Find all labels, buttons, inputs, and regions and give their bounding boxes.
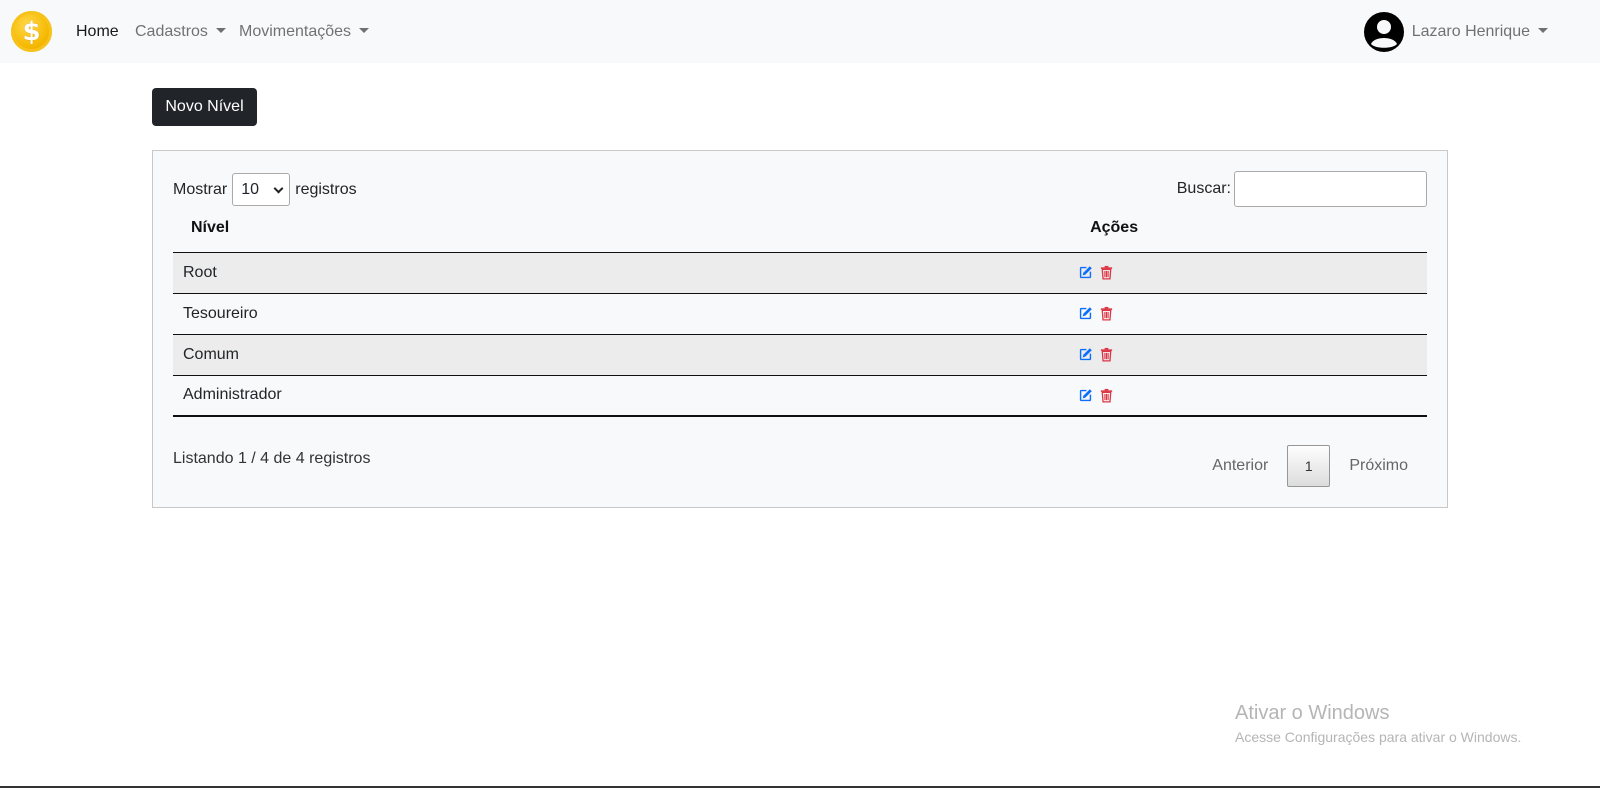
records-label: registros <box>295 180 357 198</box>
caret-down-icon <box>215 28 226 33</box>
trash-icon[interactable] <box>1099 388 1114 403</box>
column-header-nivel[interactable]: Nível <box>173 205 321 253</box>
cell-acoes <box>320 334 1427 376</box>
table-header-row: Nível Ações <box>173 205 1427 253</box>
user-menu-dropdown[interactable]: Lazaro Henrique <box>1363 0 1548 63</box>
pagination-next[interactable]: Próximo <box>1330 457 1427 475</box>
pagination-previous[interactable]: Anterior <box>1193 457 1287 475</box>
page-size-select[interactable]: 10 <box>232 173 291 206</box>
nav-home-label: Home <box>76 22 119 40</box>
cell-acoes <box>320 252 1427 294</box>
edit-icon[interactable] <box>1078 388 1093 403</box>
user-name: Lazaro Henrique <box>1411 22 1530 40</box>
table-row[interactable]: Administrador <box>173 375 1427 417</box>
edit-icon[interactable] <box>1078 265 1093 280</box>
cell-nivel: Comum <box>173 334 321 376</box>
table-row[interactable]: Comum <box>173 334 1427 376</box>
levels-table-panel: Mostrar 10 registros Buscar: Nível Ações… <box>152 150 1448 508</box>
user-circle-icon <box>1363 11 1404 52</box>
show-label: Mostrar <box>173 180 228 198</box>
edit-icon[interactable] <box>1078 347 1093 362</box>
row-actions <box>1078 388 1427 403</box>
row-actions <box>1078 265 1427 280</box>
cell-acoes <box>320 375 1427 417</box>
cell-nivel: Administrador <box>173 375 321 417</box>
search-label: Buscar: <box>1176 180 1231 197</box>
cell-nivel: Root <box>173 252 321 294</box>
watermark-title: Ativar o Windows <box>1235 702 1390 724</box>
logo-symbol: $ <box>22 16 41 47</box>
nav-cadastros-dropdown[interactable]: Cadastros <box>135 0 226 63</box>
nav-movimentacoes-dropdown[interactable]: Movimentações <box>239 0 370 63</box>
search-control: Buscar: <box>1177 171 1427 207</box>
page-size-value: 10 <box>241 180 260 198</box>
edit-icon[interactable] <box>1078 306 1093 321</box>
search-input[interactable] <box>1234 171 1427 207</box>
row-actions <box>1078 347 1427 362</box>
coin-logo-icon[interactable]: $ <box>11 11 52 52</box>
table-info: Listando 1 / 4 de 4 registros <box>173 450 371 467</box>
trash-icon[interactable] <box>1099 265 1114 280</box>
row-actions <box>1078 306 1427 321</box>
nav-cadastros-label: Cadastros <box>135 22 208 40</box>
nav-home[interactable]: Home <box>76 0 119 63</box>
caret-down-icon <box>1538 28 1548 33</box>
column-header-acoes: Ações <box>320 205 1427 253</box>
cell-nivel: Tesoureiro <box>173 293 321 335</box>
trash-icon[interactable] <box>1099 306 1114 321</box>
watermark-subtitle: Acesse Configurações para ativar o Windo… <box>1235 729 1522 745</box>
pagination: Anterior 1 Próximo <box>1193 445 1427 487</box>
caret-down-icon <box>359 28 370 33</box>
navbar: $ Home Cadastros Movimentações Lazaro He… <box>0 0 1600 63</box>
table-row[interactable]: Root <box>173 252 1427 294</box>
levels-table: Nível Ações Root Tesoureiro Comum Administr… <box>173 205 1427 417</box>
page-size-control: Mostrar 10 registros <box>173 173 357 206</box>
cell-acoes <box>320 293 1427 335</box>
pagination-page-current[interactable]: 1 <box>1287 445 1331 487</box>
nav-movimentacoes-label: Movimentações <box>239 22 352 40</box>
table-row[interactable]: Tesoureiro <box>173 293 1427 335</box>
chevron-down-icon <box>273 183 284 194</box>
new-level-button[interactable]: Novo Nível <box>152 88 257 126</box>
trash-icon[interactable] <box>1099 347 1114 362</box>
windows-activation-watermark: Ativar o Windows Acesse Configurações pa… <box>1235 702 1521 745</box>
